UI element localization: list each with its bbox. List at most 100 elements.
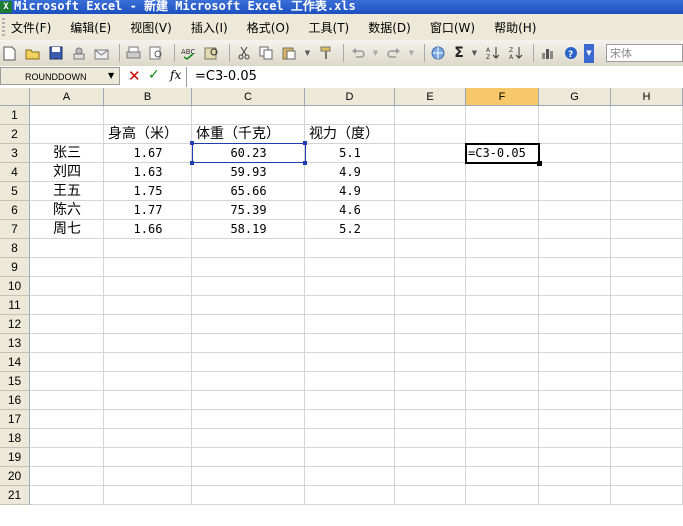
grid-cell[interactable] — [611, 201, 683, 220]
grid-cell[interactable] — [192, 353, 305, 372]
grid-cell[interactable] — [305, 315, 395, 334]
grid-cell[interactable] — [539, 182, 611, 201]
grid-cell[interactable] — [539, 163, 611, 182]
insert-function-button[interactable]: fx — [170, 68, 181, 82]
row-header[interactable]: 17 — [0, 410, 30, 429]
grid-cell[interactable] — [539, 277, 611, 296]
grid-cell[interactable] — [30, 239, 104, 258]
grid-cell[interactable] — [305, 334, 395, 353]
height-cell[interactable]: 1.75 — [104, 182, 192, 201]
grid-cell[interactable] — [611, 239, 683, 258]
grid-cell[interactable] — [466, 296, 539, 315]
grid-cell[interactable] — [466, 106, 539, 125]
weight-cell[interactable]: 65.66 — [192, 182, 305, 201]
toolbar-grip[interactable] — [2, 18, 5, 36]
grid-cell[interactable] — [539, 391, 611, 410]
menu-view[interactable]: 视图(V) — [130, 19, 172, 36]
vision-cell[interactable]: 5.2 — [305, 220, 395, 239]
sort-descending-icon[interactable]: ZA — [506, 44, 525, 63]
chevron-down-icon[interactable]: ▼ — [371, 44, 380, 63]
header-height[interactable]: 身高（米） — [108, 125, 196, 144]
grid-cell[interactable] — [611, 353, 683, 372]
grid-cell[interactable] — [395, 182, 466, 201]
grid-cell[interactable] — [395, 277, 466, 296]
select-all-corner[interactable] — [0, 88, 30, 106]
vision-cell[interactable]: 4.6 — [305, 201, 395, 220]
grid-cell[interactable] — [611, 182, 683, 201]
grid-cell[interactable] — [611, 277, 683, 296]
grid-cell[interactable] — [466, 201, 539, 220]
grid-cell[interactable] — [30, 410, 104, 429]
height-cell[interactable]: 1.77 — [104, 201, 192, 220]
toolbar-options-icon[interactable]: ▼ — [584, 43, 594, 63]
row-header[interactable]: 3 — [0, 144, 30, 163]
new-icon[interactable] — [0, 44, 19, 63]
row-header[interactable]: 12 — [0, 315, 30, 334]
email-icon[interactable] — [92, 44, 111, 63]
grid-cell[interactable] — [30, 429, 104, 448]
autosum-icon[interactable]: Σ — [452, 44, 466, 63]
grid-cell[interactable] — [395, 220, 466, 239]
font-name-box[interactable]: 宋体 — [606, 44, 683, 62]
grid-cell[interactable] — [395, 315, 466, 334]
grid-cell[interactable] — [192, 334, 305, 353]
name-cell[interactable]: 周七 — [30, 220, 104, 239]
sort-ascending-icon[interactable]: AZ — [483, 44, 502, 63]
grid-cell[interactable] — [192, 448, 305, 467]
grid-cell[interactable] — [539, 220, 611, 239]
vision-cell[interactable]: 4.9 — [305, 182, 395, 201]
grid-cell[interactable] — [395, 467, 466, 486]
grid-cell[interactable] — [611, 258, 683, 277]
grid-cell[interactable] — [104, 410, 192, 429]
column-header-e[interactable]: E — [395, 88, 466, 106]
grid-cell[interactable] — [611, 429, 683, 448]
grid-cell[interactable] — [104, 239, 192, 258]
row-header[interactable]: 4 — [0, 163, 30, 182]
grid-cell[interactable] — [395, 353, 466, 372]
grid-cell[interactable] — [104, 296, 192, 315]
research-icon[interactable] — [202, 44, 221, 63]
grid-cell[interactable] — [395, 201, 466, 220]
row-header[interactable]: 8 — [0, 239, 30, 258]
grid-cell[interactable] — [104, 467, 192, 486]
grid-cell[interactable] — [539, 315, 611, 334]
grid-cell[interactable] — [466, 429, 539, 448]
grid-cell[interactable] — [192, 296, 305, 315]
name-cell[interactable]: 陈六 — [30, 201, 104, 220]
row-header[interactable]: 18 — [0, 429, 30, 448]
row-header[interactable]: 2 — [0, 125, 30, 144]
worksheet-grid[interactable]: A B C D E F G H 1 2 3 4 5 6 7 8 9 10 11 12 13 14 15 16 17 18 19 20 2… — [0, 88, 683, 526]
menu-format[interactable]: 格式(O) — [247, 19, 290, 36]
grid-cell[interactable] — [611, 334, 683, 353]
weight-cell[interactable]: 75.39 — [192, 201, 305, 220]
chart-icon[interactable] — [538, 44, 557, 63]
grid-cell[interactable] — [305, 467, 395, 486]
paste-icon[interactable] — [280, 44, 299, 63]
grid-cell[interactable] — [30, 296, 104, 315]
grid-cell[interactable] — [305, 353, 395, 372]
grid-cell[interactable] — [539, 296, 611, 315]
formula-input[interactable]: =C3-0.05 — [186, 67, 683, 87]
height-cell[interactable]: 1.66 — [104, 220, 192, 239]
grid-cell[interactable] — [466, 258, 539, 277]
grid-cell[interactable] — [104, 106, 192, 125]
grid-cell[interactable] — [539, 353, 611, 372]
header-vision[interactable]: 视力（度） — [309, 125, 399, 144]
grid-cell[interactable] — [611, 410, 683, 429]
height-cell[interactable]: 1.63 — [104, 163, 192, 182]
grid-cell[interactable] — [30, 258, 104, 277]
grid-cell[interactable] — [192, 258, 305, 277]
row-header[interactable]: 1 — [0, 106, 30, 125]
row-header[interactable]: 6 — [0, 201, 30, 220]
grid-cell[interactable] — [305, 448, 395, 467]
grid-cell[interactable] — [466, 277, 539, 296]
grid-cell[interactable] — [30, 353, 104, 372]
cut-icon[interactable] — [234, 44, 253, 63]
grid-cell[interactable] — [611, 163, 683, 182]
grid-cell[interactable] — [611, 296, 683, 315]
grid-cell[interactable] — [395, 296, 466, 315]
grid-cell[interactable] — [104, 315, 192, 334]
name-cell[interactable]: 刘四 — [30, 163, 104, 182]
grid-cell[interactable] — [466, 220, 539, 239]
name-cell[interactable]: 王五 — [30, 182, 104, 201]
